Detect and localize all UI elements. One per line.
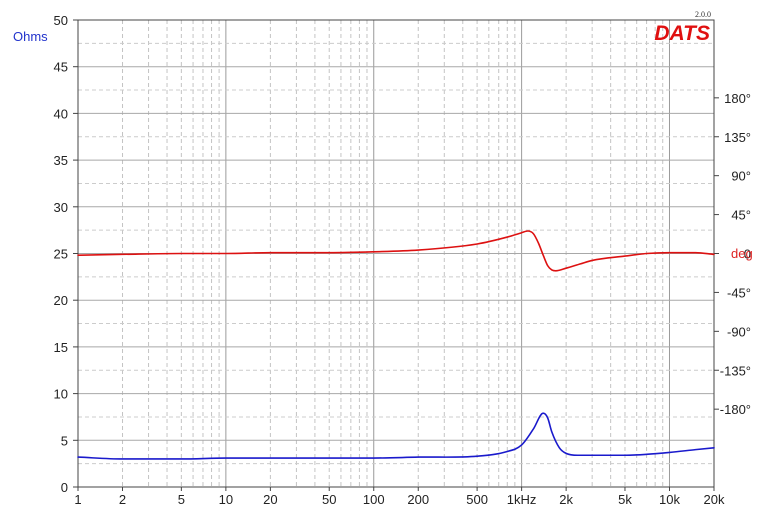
right-tick-label: -135° [720, 363, 751, 378]
left-tick-label: 35 [54, 153, 68, 168]
left-tick-label: 25 [54, 247, 68, 262]
x-tick-label: 20 [263, 492, 277, 507]
x-tick-label: 100 [363, 492, 385, 507]
right-tick-label: -45° [727, 285, 751, 300]
x-tick-label: 20k [704, 492, 725, 507]
left-tick-label: 0 [61, 480, 68, 495]
left-tick-label: 20 [54, 293, 68, 308]
right-axis-label: deg [731, 246, 753, 261]
left-tick-label: 5 [61, 433, 68, 448]
right-tick-label: 180° [724, 91, 751, 106]
right-tick-label: -180° [720, 402, 751, 417]
version-label: 2.0.0 [695, 10, 711, 19]
left-tick-label: 50 [54, 13, 68, 28]
right-tick-label: 135° [724, 130, 751, 145]
left-tick-label: 10 [54, 387, 68, 402]
x-axis-ticks: 1 2 5 10 20 50 100 200 500 1kHz 2k 5k 10k 20k [74, 487, 725, 507]
x-tick-label: 5 [178, 492, 185, 507]
x-tick-label: 500 [466, 492, 488, 507]
series [77, 230, 715, 460]
impedance-series-line [77, 412, 715, 460]
x-tick-label: 10k [659, 492, 680, 507]
left-tick-label: 40 [54, 106, 68, 121]
phase-series-line [77, 230, 715, 272]
x-tick-label: 5k [618, 492, 632, 507]
x-tick-label: 1kHz [507, 492, 537, 507]
x-tick-label: 1 [74, 492, 81, 507]
left-tick-label: 15 [54, 340, 68, 355]
left-tick-label: 30 [54, 200, 68, 215]
x-tick-label: 50 [322, 492, 336, 507]
x-tick-label: 2k [559, 492, 573, 507]
impedance-phase-chart: 0 5 10 15 20 25 30 35 40 45 50 180° 135° 90° 45° 0 -45°… [13, 10, 753, 507]
x-tick-label: 2 [119, 492, 126, 507]
x-tick-label: 200 [407, 492, 429, 507]
x-tick-label: 10 [219, 492, 233, 507]
dats-logo: DATS [654, 22, 710, 45]
right-tick-label: 90° [731, 169, 751, 184]
right-tick-label: -90° [727, 324, 751, 339]
left-axis-label: Ohms [13, 29, 48, 44]
left-axis-ticks: 0 5 10 15 20 25 30 35 40 45 50 [54, 13, 78, 495]
right-tick-label: 45° [731, 208, 751, 223]
left-tick-label: 45 [54, 60, 68, 75]
